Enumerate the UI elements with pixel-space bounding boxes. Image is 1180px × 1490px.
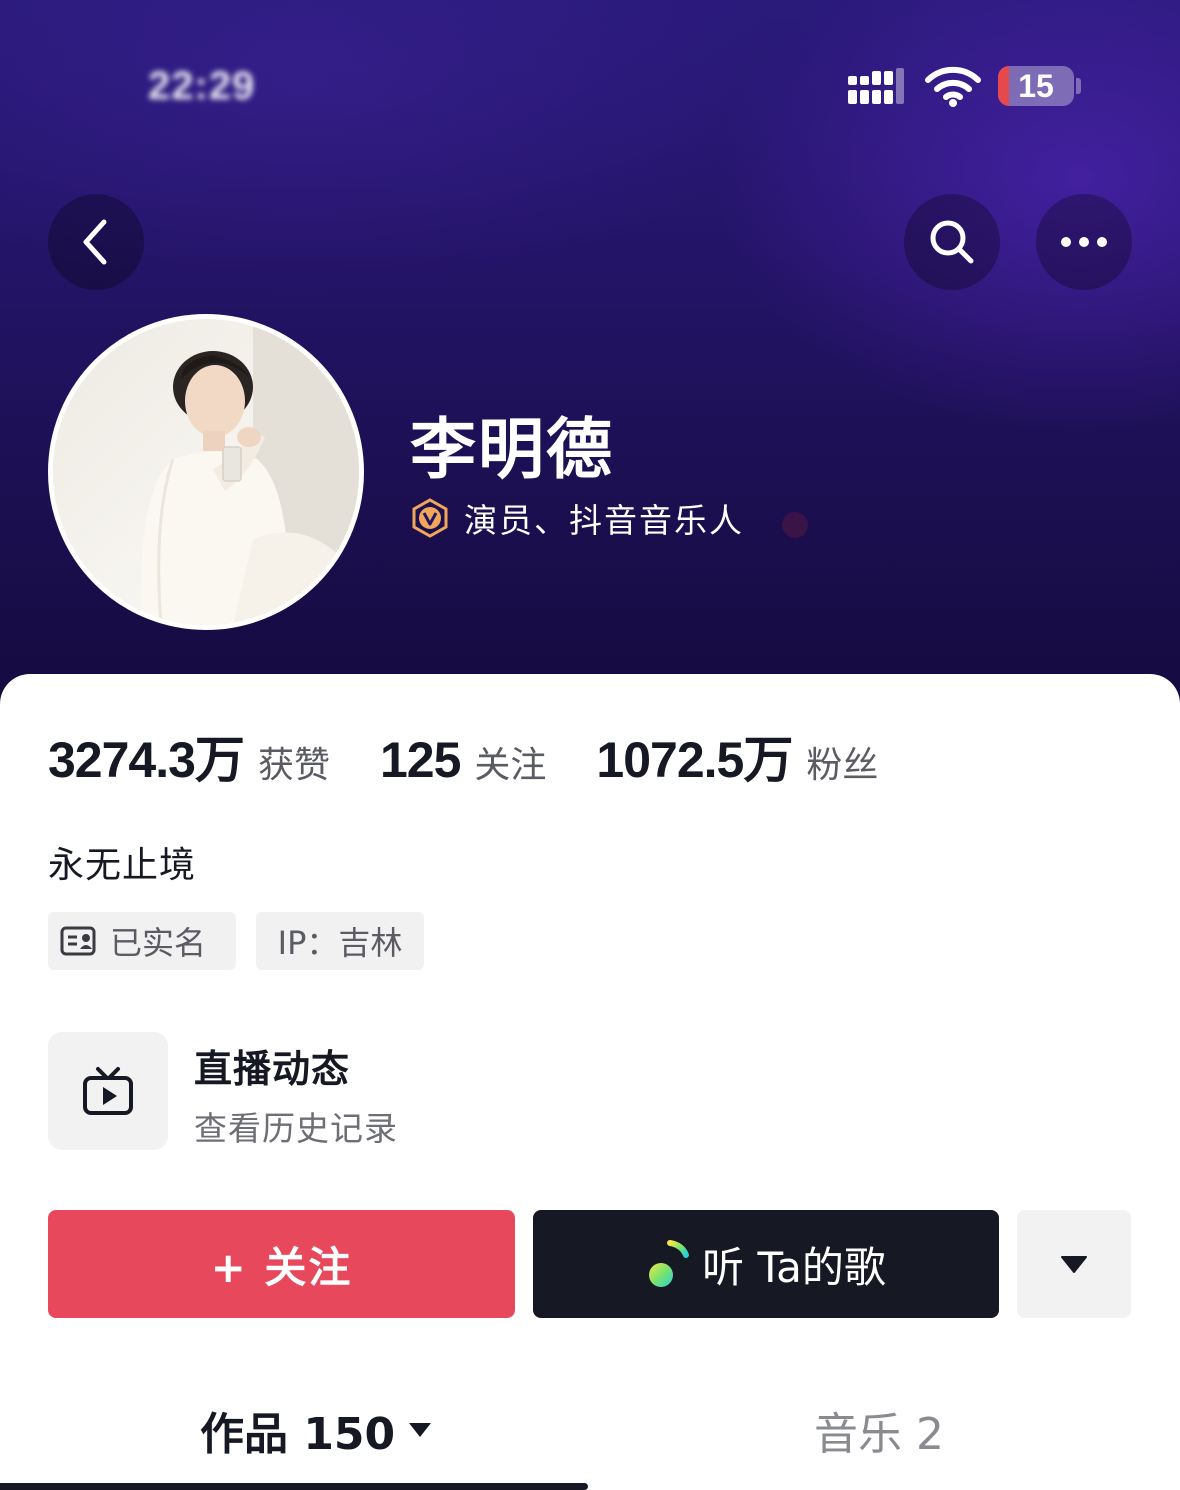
avatar[interactable] xyxy=(48,314,364,630)
music-note-icon xyxy=(649,1239,690,1287)
live-subtitle[interactable]: 查看历史记录 xyxy=(194,1102,398,1150)
verification-row: 演员、抖音音乐人 xyxy=(410,494,744,542)
follow-button[interactable]: + 关注 xyxy=(48,1210,515,1318)
search-button[interactable] xyxy=(904,194,1000,290)
caret-down-icon xyxy=(409,1423,432,1437)
live-history-button[interactable] xyxy=(48,1032,168,1150)
listen-songs-button[interactable]: 听 Ta的歌 xyxy=(533,1210,999,1318)
back-arrow-icon xyxy=(83,219,107,265)
likes-count[interactable]: 3274.3万 xyxy=(48,720,245,792)
live-title[interactable]: 直播动态 xyxy=(194,1038,350,1093)
active-tab-indicator xyxy=(0,1483,588,1490)
verified-tag-label: 已实名 xyxy=(110,924,207,962)
verified-v-badge-icon xyxy=(412,498,448,538)
tab-music[interactable]: 音乐 2 xyxy=(814,1398,944,1462)
battery-percent: 15 xyxy=(1018,68,1054,104)
back-button[interactable] xyxy=(48,194,144,290)
verification-text: 演员、抖音音乐人 xyxy=(464,501,744,540)
wifi-icon xyxy=(925,66,981,107)
caret-down-icon xyxy=(1061,1256,1087,1273)
avatar-photo xyxy=(53,319,359,625)
ip-tag-label: IP：吉林 xyxy=(277,924,403,962)
stats-row: 3274.3万 获赞 125 关注 1072.5万 粉丝 xyxy=(48,720,928,792)
listen-songs-label: 听 Ta的歌 xyxy=(702,1242,886,1292)
tv-icon xyxy=(83,1067,133,1115)
search-icon xyxy=(930,220,974,264)
more-actions-dropdown[interactable] xyxy=(1017,1210,1131,1318)
followers-count[interactable]: 1072.5万 xyxy=(596,720,793,792)
status-time: 22:29 xyxy=(148,64,256,108)
following-label: 关注 xyxy=(474,745,547,786)
followers-label: 粉丝 xyxy=(806,745,879,786)
profile-name: 李明德 xyxy=(410,411,614,488)
battery-icon: 15 xyxy=(998,66,1074,106)
following-count[interactable]: 125 xyxy=(380,731,461,789)
bio-text: 永无止境 xyxy=(48,845,197,886)
signal-icon xyxy=(848,68,904,104)
profile-header: 22:29 15 李明德 演员、抖音音乐人 xyxy=(0,0,1180,720)
likes-label: 获赞 xyxy=(257,745,330,786)
more-dots-icon xyxy=(1061,237,1107,247)
id-card-icon xyxy=(60,926,96,956)
ip-tag: IP：吉林 xyxy=(256,912,424,970)
more-button[interactable] xyxy=(1036,194,1132,290)
tab-works-label: 作品 150 xyxy=(200,1409,396,1460)
decorative-dot xyxy=(782,512,808,538)
profile-card xyxy=(0,674,1180,1490)
battery-tip xyxy=(1076,78,1081,94)
verified-tag[interactable]: 已实名 xyxy=(48,912,236,970)
tab-works[interactable]: 作品 150 xyxy=(200,1398,433,1462)
